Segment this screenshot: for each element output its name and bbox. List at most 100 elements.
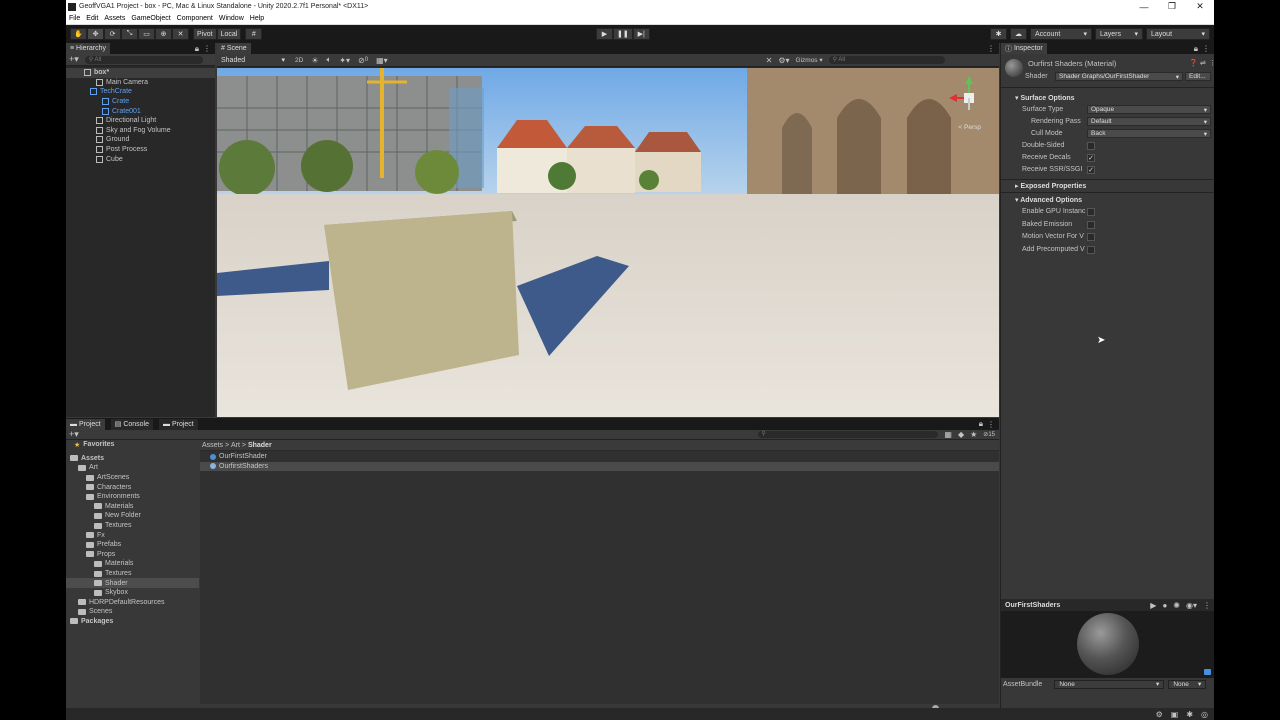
pause-icon[interactable]: ❚❚	[613, 28, 633, 40]
filter-label-icon[interactable]: ◆	[958, 430, 964, 439]
project-folder-item[interactable]: Shader	[66, 578, 199, 588]
advanced-options-foldout[interactable]: ▾ Advanced Options	[1015, 196, 1082, 204]
tab-project[interactable]: ▬ Project	[66, 418, 105, 430]
project-folder-item[interactable]: Materials	[66, 502, 199, 512]
menu-help[interactable]: Help	[250, 15, 264, 22]
project-folder-item[interactable]: Skybox	[66, 588, 199, 598]
hierarchy-item[interactable]: Crate	[66, 97, 215, 107]
shading-mode-dropdown[interactable]: Shaded ▾	[217, 54, 289, 66]
checkbox[interactable]: ✓	[1087, 154, 1095, 162]
scene-visibility-icon[interactable]: ⚙▾	[778, 56, 789, 65]
menu-edit[interactable]: Edit	[86, 15, 98, 22]
restore-icon[interactable]: ❐	[1158, 1, 1186, 12]
add-icon[interactable]: +▾	[69, 429, 79, 440]
tab-inspector[interactable]: ⓘ Inspector	[1001, 43, 1047, 54]
settings-icon[interactable]: ◎	[1201, 710, 1208, 719]
minimize-icon[interactable]: —	[1130, 2, 1158, 12]
project-folder-item[interactable]: Fx	[66, 530, 199, 540]
advanced-option-checkbox[interactable]	[1087, 208, 1095, 216]
file-item-selected[interactable]: OurfirstShaders	[200, 461, 999, 472]
favorites-item[interactable]: ★ Favorites	[66, 440, 199, 450]
breadcrumb-shader[interactable]: Shader	[248, 442, 272, 449]
account-dropdown[interactable]: Account ▾	[1030, 28, 1092, 40]
project-folder-item[interactable]: Textures	[66, 569, 199, 579]
scene-search-input[interactable]: ⚲ All	[828, 56, 945, 64]
hierarchy-search-input[interactable]: ⚲ All	[84, 55, 203, 64]
tab-hierarchy[interactable]: ≡ Hierarchy	[66, 43, 110, 54]
pivot-button[interactable]: Pivot	[193, 28, 217, 40]
exposed-properties-foldout[interactable]: ▸ Exposed Properties	[1015, 182, 1086, 190]
project-folder-item[interactable]: New Folder	[66, 511, 199, 521]
local-button[interactable]: Local	[216, 28, 242, 40]
project-folder-item[interactable]: Packages	[66, 617, 199, 627]
preset-icon[interactable]: ⇌	[1200, 59, 1206, 67]
hand-tool-icon[interactable]: ✋	[70, 28, 87, 40]
project-folder-item[interactable]: Prefabs	[66, 540, 199, 550]
progress-icon[interactable]: ▣	[1171, 710, 1179, 719]
surface-options-foldout[interactable]: ▾ Surface Options	[1015, 94, 1075, 102]
menu-window[interactable]: Window	[219, 15, 244, 22]
gizmos-dropdown[interactable]: Gizmos ▾	[796, 56, 823, 64]
audio-toggle-icon[interactable]: 🔈︎	[326, 55, 331, 65]
assetbundle-variant-dropdown[interactable]: None ▾	[1168, 679, 1207, 689]
advanced-option-checkbox[interactable]	[1087, 245, 1095, 254]
project-folder-item[interactable]: Textures	[66, 521, 199, 531]
menu-assets[interactable]: Assets	[104, 15, 125, 22]
transform-tool-icon[interactable]: ⊕	[155, 28, 172, 40]
custom-tool-icon[interactable]: ✕	[172, 28, 189, 40]
grid-snap-icon[interactable]: #	[245, 28, 263, 40]
surface-row-dropdown[interactable]: Default ▾	[1087, 117, 1211, 126]
env-icon[interactable]: ◉▾	[1186, 601, 1197, 610]
advanced-option-checkbox[interactable]	[1087, 220, 1095, 229]
hierarchy-item[interactable]: box*	[66, 68, 215, 78]
play-icon[interactable]: ▶	[596, 28, 613, 40]
favorite-icon[interactable]: ★	[970, 430, 977, 439]
step-icon[interactable]: ▶|	[632, 28, 650, 40]
lock-icon[interactable]: 🔒︎	[1194, 44, 1198, 54]
file-item[interactable]: OurFirstShader	[200, 452, 999, 462]
hierarchy-item[interactable]: TechCrate	[66, 87, 215, 97]
filter-type-icon[interactable]: ▦	[944, 430, 952, 439]
close-icon[interactable]: ✕	[1186, 1, 1214, 12]
project-folder-item[interactable]: Props	[66, 550, 199, 560]
effects-toggle-icon[interactable]: ✦▾	[339, 56, 350, 65]
move-tool-icon[interactable]: ✥	[87, 28, 104, 40]
cloud-icon[interactable]: ☁	[1010, 28, 1027, 40]
checkbox[interactable]	[1087, 142, 1095, 150]
tab-console[interactable]: ▤ Console	[110, 418, 153, 430]
surface-row-dropdown[interactable]: Opaque ▾	[1087, 105, 1211, 114]
breadcrumb-assets[interactable]: Assets	[202, 442, 223, 449]
edit-shader-button[interactable]: Edit...	[1185, 72, 1211, 81]
kebab-menu-icon[interactable]: ⋮	[1209, 59, 1214, 67]
sphere-icon[interactable]: ●	[1162, 601, 1167, 610]
breadcrumb-art[interactable]: Art	[231, 442, 240, 449]
menu-gameobject[interactable]: GameObject	[131, 15, 170, 22]
rect-tool-icon[interactable]: ▭	[138, 28, 155, 40]
lighting-toggle-icon[interactable]: ☀	[311, 56, 318, 65]
2d-toggle[interactable]: 2D	[295, 57, 303, 64]
hierarchy-item[interactable]: Post Process	[66, 145, 215, 155]
light-icon[interactable]: ✺	[1173, 601, 1180, 610]
lock-icon[interactable]: 🔒︎	[979, 419, 983, 429]
tools-icon[interactable]: ✕	[766, 56, 773, 65]
camera-settings-icon[interactable]: ▦▾	[376, 56, 388, 65]
scene-viewport[interactable]: < Persp	[217, 68, 999, 417]
hidden-objects-icon[interactable]: ⊘	[358, 56, 365, 65]
menu-component[interactable]: Component	[177, 15, 213, 22]
hierarchy-item[interactable]: Cube	[66, 154, 215, 164]
hierarchy-item[interactable]: Ground	[66, 135, 215, 145]
tab-project-2[interactable]: ▬ Project	[159, 418, 198, 430]
project-folder-item[interactable]: HDRPDefaultResources	[66, 598, 199, 608]
project-folder-item[interactable]: Characters	[66, 482, 199, 492]
hidden-packages-toggle[interactable]: ⊘15	[983, 431, 995, 438]
project-folder-item[interactable]: Scenes	[66, 607, 199, 617]
surface-row-dropdown[interactable]: Back ▾	[1087, 129, 1211, 138]
layers-dropdown[interactable]: Layers ▾	[1095, 28, 1143, 40]
kebab-menu-icon[interactable]: ⋮	[1203, 601, 1211, 610]
kebab-menu-icon[interactable]: ⋮	[1202, 44, 1210, 53]
tab-scene[interactable]: # Scene	[217, 43, 251, 54]
scale-tool-icon[interactable]: ⤡	[121, 28, 138, 40]
tag-icon[interactable]	[1204, 669, 1211, 675]
kebab-menu-icon[interactable]: ⋮	[203, 44, 211, 53]
menu-file[interactable]: File	[69, 15, 80, 22]
